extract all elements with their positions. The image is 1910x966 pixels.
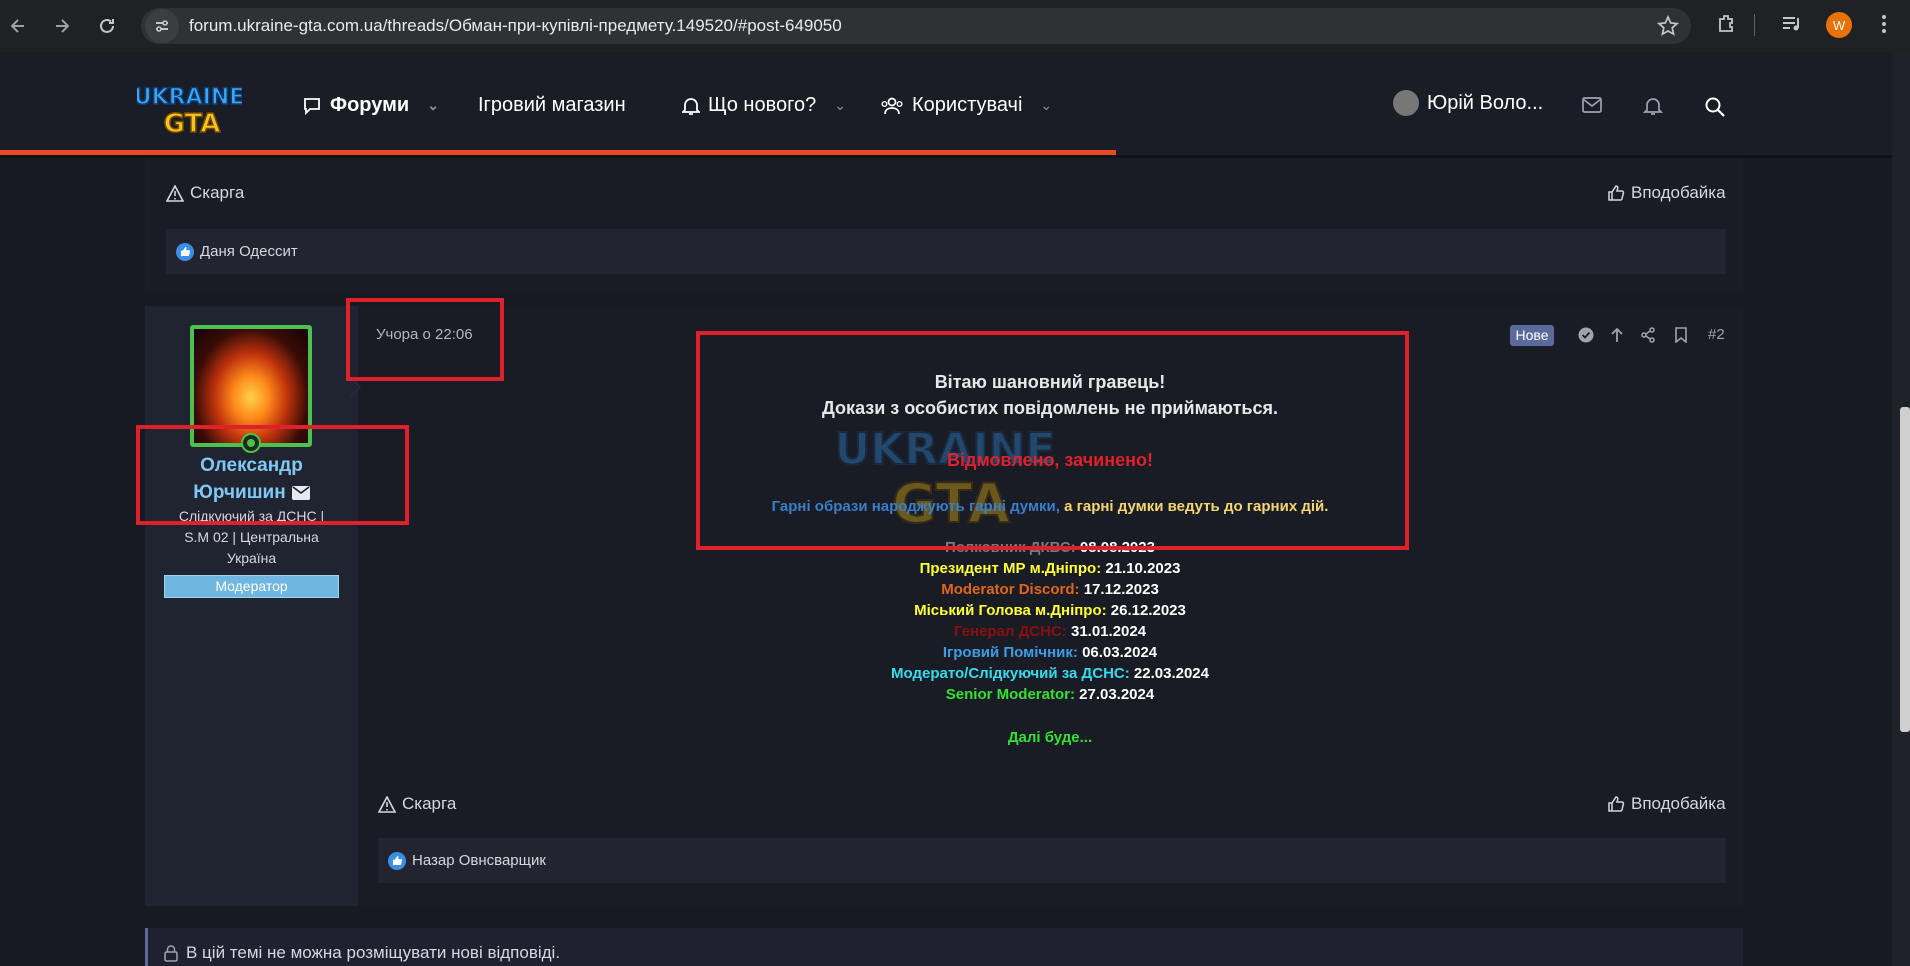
- alerts-bell-icon[interactable]: [1642, 96, 1664, 121]
- warning-icon: [166, 184, 184, 202]
- arrow-up-icon[interactable]: [1609, 327, 1625, 348]
- lock-icon: [164, 944, 178, 962]
- svg-text:UKRAINE: UKRAINE: [137, 85, 242, 110]
- site-header: UKRAINE GTA Форуми ⌄ Ігровий магазин Що …: [0, 52, 1892, 158]
- signature-role: Moderator Discord:: [941, 581, 1084, 598]
- url-text: forum.ukraine-gta.com.ua/threads/Обман-п…: [189, 16, 842, 35]
- signature-role: Senior Moderator:: [945, 686, 1080, 703]
- account-menu[interactable]: Юрій Воло...: [1393, 90, 1543, 116]
- signature-date: 06.03.2024: [1082, 644, 1158, 661]
- signature-date: 22.03.2024: [1133, 665, 1209, 682]
- signature-date: 31.01.2024: [1070, 623, 1147, 640]
- thumbs-up-icon: [1607, 795, 1625, 813]
- moderator-banner: Модератор: [164, 575, 339, 598]
- page-scrollbar-thumb[interactable]: [1900, 407, 1910, 732]
- forward-icon[interactable]: [48, 12, 76, 40]
- post-number[interactable]: #2: [1708, 326, 1725, 343]
- inbox-icon[interactable]: [1581, 96, 1603, 119]
- site-settings-icon[interactable]: [145, 9, 179, 43]
- report-label: Скарга: [190, 183, 245, 202]
- nav-forums-label: Форуми: [330, 94, 410, 116]
- prev-reactions-bar[interactable]: Даня Одессит: [166, 229, 1726, 274]
- bookmark-icon[interactable]: [1674, 327, 1688, 348]
- report-button[interactable]: Скарга: [378, 794, 456, 814]
- signature-role: Ігровий Помічник:: [942, 644, 1083, 661]
- signature-date: 26.12.2023: [1110, 602, 1186, 619]
- toolbar-divider: [1754, 14, 1755, 36]
- chevron-down-icon[interactable]: ⌄: [834, 97, 846, 114]
- signature-line: Moderator Discord: 17.12.2023: [680, 581, 1420, 598]
- signature-line: Президент МР м.Дніпро: 21.10.2023: [680, 560, 1420, 577]
- nav-shop[interactable]: Ігровий магазин: [478, 94, 626, 117]
- avatar: [1393, 90, 1419, 116]
- nav-users-label: Користувачі: [912, 94, 1023, 116]
- site-logo[interactable]: UKRAINE GTA: [133, 80, 245, 140]
- share-icon[interactable]: [1640, 327, 1656, 348]
- users-icon: [880, 96, 904, 116]
- thread-locked-notice: В цій темі не можна розміщувати нові від…: [145, 928, 1743, 966]
- signature-role: Міський Голова м.Дніпро:: [914, 602, 1111, 619]
- bookmark-star-icon[interactable]: [1656, 14, 1680, 42]
- signature-role: Модерато/Слідкуючий за ДСНС:: [891, 665, 1134, 682]
- svg-text:GTA: GTA: [164, 109, 221, 136]
- liked-by-text: Даня Одессит: [200, 243, 298, 260]
- chat-icon: [302, 96, 322, 116]
- warning-icon: [378, 795, 396, 813]
- account-name: Юрій Воло...: [1427, 91, 1544, 114]
- report-label: Скарга: [402, 794, 457, 813]
- nav-users[interactable]: Користувачі ⌄: [880, 94, 1052, 117]
- like-button[interactable]: Вподобайка: [1607, 794, 1726, 814]
- browser-toolbar: forum.ukraine-gta.com.ua/threads/Обман-п…: [0, 0, 1910, 52]
- signature-date: 27.03.2024: [1079, 686, 1155, 703]
- extensions-icon[interactable]: [1715, 12, 1739, 41]
- new-badge: Нове: [1510, 325, 1554, 346]
- locked-notice-text: В цій темі не можна розміщувати нові від…: [186, 943, 561, 962]
- nav-shop-label: Ігровий магазин: [478, 94, 626, 116]
- like-label: Вподобайка: [1631, 794, 1726, 813]
- bell-icon: [682, 96, 700, 116]
- signature-role: Генерал ДСНС:: [953, 623, 1071, 640]
- signature-date: 21.10.2023: [1105, 560, 1181, 577]
- annotation-box-date: [346, 298, 504, 381]
- reload-icon[interactable]: [93, 12, 121, 40]
- chevron-down-icon[interactable]: ⌄: [427, 97, 439, 114]
- chevron-down-icon[interactable]: ⌄: [1040, 97, 1052, 114]
- mark-solution-icon[interactable]: [1578, 327, 1594, 348]
- address-bar[interactable]: forum.ukraine-gta.com.ua/threads/Обман-п…: [141, 8, 1691, 44]
- signature-line: Модерато/Слідкуючий за ДСНС: 22.03.2024: [680, 665, 1420, 682]
- signature-line: Генерал ДСНС: 31.01.2024: [680, 623, 1420, 640]
- signature-date: 17.12.2023: [1083, 581, 1159, 598]
- like-reaction-icon: [176, 242, 194, 261]
- liked-by-text: Назар Овнсварщик: [412, 852, 546, 869]
- signature-line: Міський Голова м.Дніпро: 26.12.2023: [680, 602, 1420, 619]
- signature-continue: Далі буде...: [1007, 729, 1093, 746]
- nav-whats-new-label: Що нового?: [708, 94, 817, 116]
- search-icon[interactable]: [1704, 96, 1726, 123]
- prev-report-button[interactable]: Скарга: [166, 183, 244, 203]
- like-reaction-icon: [388, 851, 406, 870]
- annotation-box-message: [696, 331, 1409, 550]
- prev-like-button[interactable]: Вподобайка: [1607, 183, 1726, 203]
- media-icon[interactable]: [1780, 12, 1804, 41]
- like-label: Вподобайка: [1631, 183, 1726, 202]
- nav-whats-new[interactable]: Що нового? ⌄: [682, 94, 846, 117]
- signature-line: Ігровий Помічник: 06.03.2024: [680, 644, 1420, 661]
- menu-icon[interactable]: [1872, 12, 1896, 41]
- nav-forums[interactable]: Форуми ⌄: [302, 94, 439, 117]
- profile-avatar[interactable]: W: [1826, 12, 1852, 38]
- thumbs-up-icon: [1607, 184, 1625, 202]
- back-icon[interactable]: [4, 12, 32, 40]
- signature-role: Президент МР м.Дніпро:: [919, 560, 1106, 577]
- signature-line: Senior Moderator: 27.03.2024: [680, 686, 1420, 703]
- reactions-bar[interactable]: Назар Овнсварщик: [378, 838, 1726, 883]
- annotation-box-author: [136, 425, 409, 525]
